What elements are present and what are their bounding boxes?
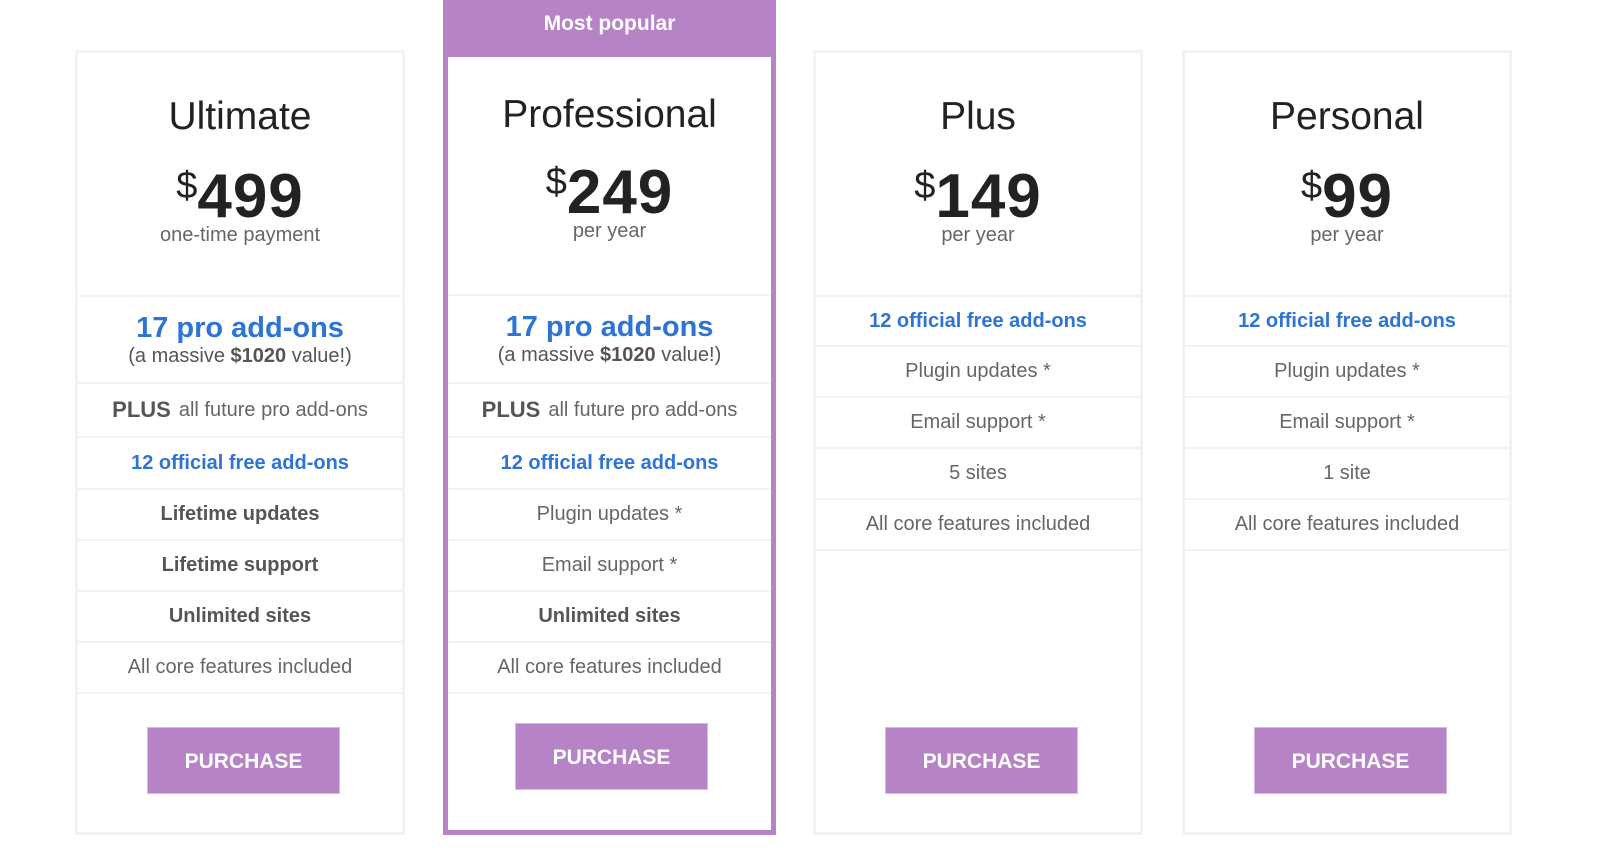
price-period: one-time payment bbox=[159, 224, 321, 246]
currency-symbol: $ bbox=[1300, 165, 1323, 207]
plan-price: $249 bbox=[448, 157, 771, 228]
feature-list: 12 official free add-ons Plugin updates … bbox=[816, 295, 1140, 551]
plan-card-professional: Most popular Professional $249 per year … bbox=[443, 0, 776, 835]
purchase-button[interactable]: PURCHASE bbox=[515, 723, 708, 790]
most-popular-badge: Most popular bbox=[448, 0, 771, 57]
price-amount: 499 bbox=[197, 162, 304, 231]
feature-item: Lifetime updates bbox=[78, 488, 402, 539]
feature-list: 12 official free add-ons Plugin updates … bbox=[1185, 295, 1509, 551]
plan-name: Personal bbox=[1270, 95, 1424, 138]
plan-price: $149 bbox=[816, 161, 1140, 232]
feature-list: 17 pro add-ons (a massive $1020 value!) … bbox=[448, 294, 771, 694]
price-amount: 99 bbox=[1322, 162, 1394, 231]
plan-price: $499 bbox=[78, 161, 402, 232]
feature-item: All core features included bbox=[816, 498, 1140, 551]
purchase-button[interactable]: PURCHASE bbox=[1254, 727, 1447, 794]
feature-item: Plugin updates * bbox=[448, 488, 771, 539]
feature-item: 5 sites bbox=[816, 447, 1140, 498]
feature-main[interactable]: 17 pro add-ons bbox=[136, 312, 344, 345]
feature-item: Plugin updates * bbox=[816, 345, 1140, 396]
feature-future-addons: PLUS all future pro add-ons bbox=[78, 382, 402, 436]
feature-item: All core features included bbox=[78, 641, 402, 694]
price-period: per year bbox=[572, 220, 647, 242]
feature-free-addons: 12 official free add-ons bbox=[816, 295, 1140, 345]
plan-name: Ultimate bbox=[168, 95, 312, 138]
price-amount: 249 bbox=[566, 158, 674, 227]
feature-pro-addons: 17 pro add-ons (a massive $1020 value!) bbox=[448, 294, 771, 382]
price-period: per year bbox=[1310, 224, 1384, 246]
feature-free-addons: 12 official free add-ons bbox=[448, 436, 771, 488]
feature-item: All core features included bbox=[448, 641, 771, 694]
feature-item: Unlimited sites bbox=[78, 590, 402, 641]
feature-item: Plugin updates * bbox=[1185, 345, 1509, 396]
plan-card-personal: Personal $99 per year 12 official free a… bbox=[1182, 50, 1512, 835]
feature-list: 17 pro add-ons (a massive $1020 value!) … bbox=[78, 295, 402, 694]
plan-card-plus: Plus $149 per year 12 official free add-… bbox=[813, 50, 1143, 835]
feature-pro-addons: 17 pro add-ons (a massive $1020 value!) bbox=[78, 295, 402, 382]
feature-item: All core features included bbox=[1185, 498, 1509, 551]
plus-label: PLUS bbox=[481, 397, 541, 422]
price-amount: 149 bbox=[935, 162, 1042, 231]
plus-label: PLUS bbox=[112, 397, 171, 422]
feature-free-addons: 12 official free add-ons bbox=[78, 436, 402, 488]
feature-item: Email support * bbox=[448, 539, 771, 590]
price-period: per year bbox=[941, 224, 1015, 246]
feature-item: Email support * bbox=[1185, 396, 1509, 447]
feature-item: Email support * bbox=[816, 396, 1140, 447]
feature-item: 1 site bbox=[1185, 447, 1509, 498]
plan-price: $99 bbox=[1185, 161, 1509, 232]
feature-future-addons: PLUS all future pro add-ons bbox=[448, 382, 771, 436]
currency-symbol: $ bbox=[914, 165, 936, 207]
purchase-button[interactable]: PURCHASE bbox=[147, 727, 340, 794]
feature-sub: (a massive $1020 value!) bbox=[128, 344, 352, 367]
feature-main[interactable]: 17 pro add-ons bbox=[506, 311, 714, 344]
currency-symbol: $ bbox=[176, 165, 198, 207]
feature-item: Lifetime support bbox=[78, 539, 402, 590]
feature-free-addons: 12 official free add-ons bbox=[1185, 295, 1509, 345]
currency-symbol: $ bbox=[545, 161, 567, 203]
plan-name: Professional bbox=[502, 93, 717, 136]
purchase-button[interactable]: PURCHASE bbox=[885, 727, 1078, 794]
feature-item: Unlimited sites bbox=[448, 590, 771, 641]
feature-sub: (a massive $1020 value!) bbox=[497, 344, 722, 366]
plan-card-ultimate: Ultimate $499 one-time payment 17 pro ad… bbox=[75, 50, 405, 835]
plan-name: Plus bbox=[940, 95, 1016, 138]
